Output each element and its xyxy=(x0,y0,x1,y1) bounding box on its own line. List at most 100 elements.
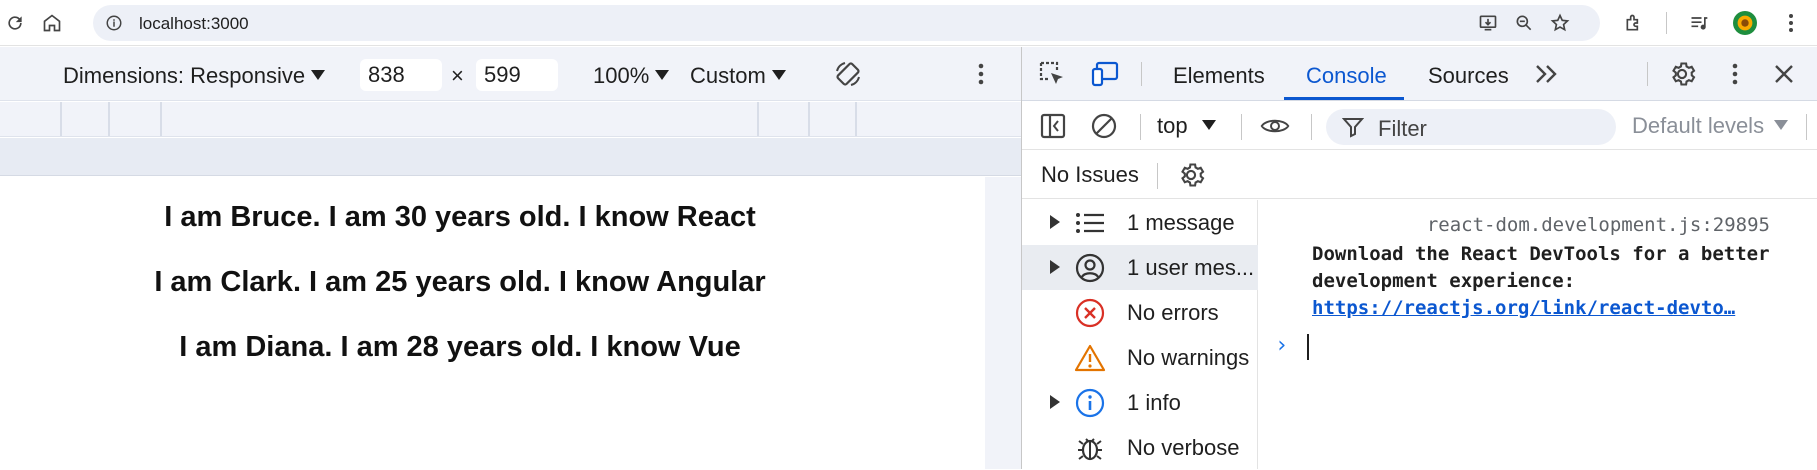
sidebar-item-messages[interactable]: 1 message xyxy=(1022,200,1258,245)
throttle-label: Custom xyxy=(690,63,766,88)
browser-menu-icon[interactable] xyxy=(1779,11,1803,35)
greeting-line: I am Bruce. I am 30 years old. I know Re… xyxy=(164,201,756,233)
info-icon xyxy=(1074,387,1106,419)
close-icon[interactable] xyxy=(1769,59,1799,89)
address-bar[interactable]: localhost:3000 xyxy=(93,5,1600,41)
log-levels-label: Default levels xyxy=(1632,113,1765,138)
rotate-icon[interactable] xyxy=(833,59,863,89)
toolbar-divider xyxy=(1241,114,1242,140)
browser-toolbar: localhost:3000 xyxy=(0,0,1817,46)
console-sidebar: 1 message 1 user mes... No errors No war… xyxy=(1022,200,1258,469)
context-label: top xyxy=(1157,113,1188,138)
device-toolbar: Dimensions: Responsive 838 × 599 100% Cu… xyxy=(0,47,1021,101)
user-icon xyxy=(1074,252,1106,284)
sidebar-toggle-icon[interactable] xyxy=(1038,111,1068,141)
devtools-panel: Elements Console Sources top Filter Defa… xyxy=(1021,47,1817,469)
console-message: Download the React DevTools for a better… xyxy=(1312,241,1782,322)
media-query-ruler[interactable] xyxy=(0,102,1021,137)
greeting-line: I am Diana. I am 28 years old. I know Vu… xyxy=(179,331,741,363)
tab-divider xyxy=(1141,62,1142,86)
caret-down-icon xyxy=(1201,120,1216,130)
device-toggle-icon[interactable] xyxy=(1090,59,1120,89)
tab-sources[interactable]: Sources xyxy=(1428,63,1509,89)
console-output[interactable]: react-dom.development.js:29895 Download … xyxy=(1259,200,1817,469)
device-ruler-bar xyxy=(0,138,1021,176)
media-control-icon[interactable] xyxy=(1687,11,1711,35)
url-text[interactable]: localhost:3000 xyxy=(139,14,249,34)
inspect-element-icon[interactable] xyxy=(1037,59,1067,89)
expand-triangle-icon[interactable] xyxy=(1050,215,1060,229)
devtools-tab-bar: Elements Console Sources xyxy=(1022,47,1817,101)
expand-triangle-icon[interactable] xyxy=(1050,395,1060,409)
page-viewport: I am Bruce. I am 30 years old. I know Re… xyxy=(0,177,985,469)
devtools-menu-icon[interactable] xyxy=(1720,59,1750,89)
site-info-icon[interactable] xyxy=(103,12,125,34)
active-tab-indicator xyxy=(1284,97,1404,100)
console-input-cursor[interactable] xyxy=(1307,334,1309,360)
tab-elements[interactable]: Elements xyxy=(1173,63,1265,89)
warning-icon xyxy=(1074,342,1106,374)
toolbar-divider xyxy=(1311,114,1312,140)
toolbar-divider xyxy=(1140,114,1141,140)
more-tabs-chevron-icon[interactable] xyxy=(1532,59,1562,89)
caret-down-icon xyxy=(771,70,786,80)
clear-console-icon[interactable] xyxy=(1089,111,1119,141)
sidebar-item-label: No warnings xyxy=(1127,345,1250,370)
dimensions-label: Dimensions: Responsive xyxy=(63,63,306,88)
filter-placeholder: Filter xyxy=(1378,116,1427,141)
console-toolbar: top Filter Default levels xyxy=(1022,102,1817,150)
tab-console[interactable]: Console xyxy=(1306,63,1387,89)
sidebar-item-label: No verbose xyxy=(1127,435,1240,460)
zoom-label: 100% xyxy=(593,63,650,88)
width-input[interactable]: 838 xyxy=(360,59,442,91)
console-prompt-chevron-icon: › xyxy=(1275,333,1289,358)
device-options-icon[interactable] xyxy=(966,59,996,89)
context-selector[interactable]: top xyxy=(1157,113,1216,139)
expand-triangle-icon[interactable] xyxy=(1050,260,1060,274)
console-message-text: Download the React DevTools for a better… xyxy=(1312,243,1770,292)
sidebar-item-user-messages[interactable]: 1 user mes... xyxy=(1022,245,1258,290)
sidebar-item-verbose[interactable]: No verbose xyxy=(1022,425,1258,470)
devtools-link[interactable]: https://reactjs.org/link/react-devto… xyxy=(1312,295,1772,322)
filter-funnel-icon xyxy=(1338,112,1368,142)
reload-icon[interactable] xyxy=(3,11,27,35)
install-app-icon[interactable] xyxy=(1477,12,1499,34)
log-levels-dropdown[interactable]: Default levels xyxy=(1632,113,1789,139)
sidebar-item-label: 1 message xyxy=(1127,210,1235,235)
sidebar-item-errors[interactable]: No errors xyxy=(1022,290,1258,335)
extensions-icon[interactable] xyxy=(1622,11,1646,35)
filter-input[interactable]: Filter xyxy=(1326,109,1616,145)
profile-avatar[interactable] xyxy=(1733,11,1757,35)
bookmark-star-icon[interactable] xyxy=(1549,12,1571,34)
caret-down-icon xyxy=(655,70,670,80)
greeting-line: I am Clark. I am 25 years old. I know An… xyxy=(154,266,766,298)
dimension-separator: × xyxy=(451,63,464,88)
toolbar-divider xyxy=(1806,114,1807,140)
sidebar-item-warnings[interactable]: No warnings xyxy=(1022,335,1258,380)
issues-bar: No Issues xyxy=(1022,151,1817,199)
issues-count[interactable]: No Issues xyxy=(1041,162,1139,188)
toolbar-divider xyxy=(1157,163,1158,189)
viewport-gutter xyxy=(985,177,1021,469)
toolbar-divider xyxy=(1666,12,1667,34)
height-input[interactable]: 599 xyxy=(476,59,558,91)
dimensions-dropdown[interactable]: Dimensions: Responsive xyxy=(63,63,326,89)
list-icon xyxy=(1074,207,1106,239)
sidebar-item-label: 1 user mes... xyxy=(1127,255,1255,280)
sidebar-item-label: 1 info xyxy=(1127,390,1181,415)
caret-down-icon xyxy=(311,70,326,80)
message-source-link[interactable]: react-dom.development.js:29895 xyxy=(1427,214,1770,236)
sidebar-item-label: No errors xyxy=(1127,300,1219,325)
tab-divider xyxy=(1647,62,1648,86)
live-expression-eye-icon[interactable] xyxy=(1260,111,1290,141)
console-settings-gear-icon[interactable] xyxy=(1176,160,1206,190)
caret-down-icon xyxy=(1774,120,1789,130)
throttle-dropdown[interactable]: Custom xyxy=(690,63,786,89)
zoom-icon[interactable] xyxy=(1513,12,1535,34)
error-icon xyxy=(1074,297,1106,329)
device-emulation-pane: Dimensions: Responsive 838 × 599 100% Cu… xyxy=(0,47,1021,469)
settings-gear-icon[interactable] xyxy=(1667,59,1697,89)
zoom-dropdown[interactable]: 100% xyxy=(593,63,670,89)
sidebar-item-info[interactable]: 1 info xyxy=(1022,380,1258,425)
home-icon[interactable] xyxy=(40,11,64,35)
